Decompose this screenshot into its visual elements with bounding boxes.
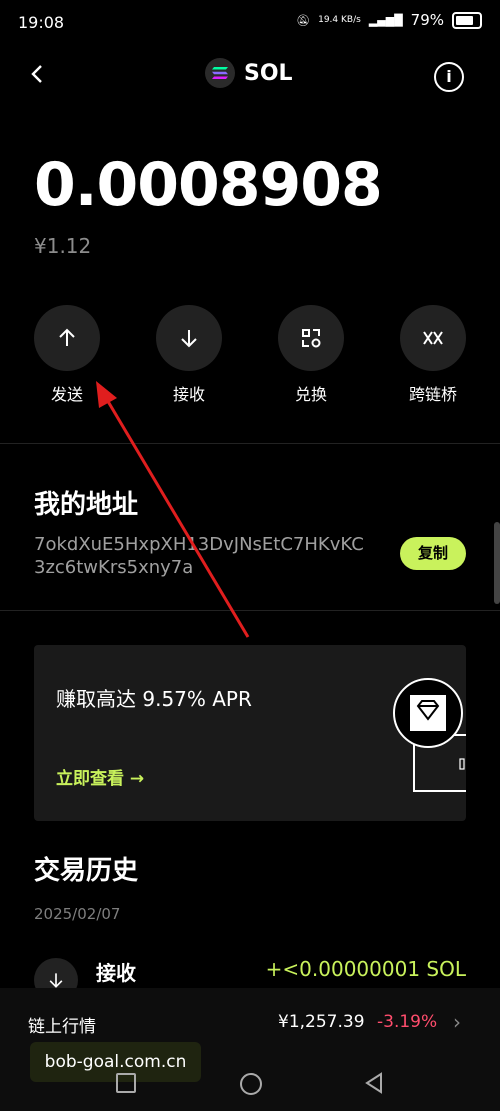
net-speed: 19.4 KB/s	[318, 15, 361, 25]
signal-icon: ▂▄▆█	[368, 13, 403, 27]
history-date: 2025/02/07	[34, 905, 121, 923]
diamond-illustration-icon	[393, 678, 466, 792]
home-nav-button[interactable]	[240, 1073, 262, 1095]
solana-logo-icon	[205, 58, 235, 88]
token-balance: 0.0008908	[34, 150, 383, 220]
mute-icon: 🔕︎	[296, 13, 311, 27]
battery-icon	[452, 11, 482, 29]
arrow-up-icon	[34, 305, 100, 371]
bridge-label: 跨链桥	[408, 385, 457, 404]
status-icons: 🔕︎ 19.4 KB/s ▂▄▆█ 79%	[296, 11, 482, 29]
swap-label: 兑换	[294, 385, 327, 404]
tx-amount: +<0.00000001 SOL	[265, 957, 466, 981]
fiat-balance: ¥1.12	[34, 234, 92, 258]
send-button[interactable]: 发送	[32, 305, 102, 405]
wallet-address: 7okdXuE5HxpXH13DvJNsEtC7HKvKC3zc6twKrs5x…	[34, 534, 364, 578]
copy-button[interactable]: 复制	[400, 537, 466, 570]
market-price: ¥1,257.39	[278, 1012, 365, 1032]
address-title: 我的地址	[34, 490, 139, 520]
market-change: -3.19%	[377, 1012, 438, 1032]
back-nav-button[interactable]	[364, 1072, 384, 1094]
recents-nav-button[interactable]	[116, 1073, 136, 1093]
swap-icon	[278, 305, 344, 371]
promo-text: 赚取高达 9.57% APR	[56, 687, 252, 711]
chevron-left-icon	[31, 65, 42, 83]
page-title: SOL	[244, 60, 293, 86]
info-icon: i	[446, 67, 452, 86]
bridge-button[interactable]: 跨链桥	[398, 305, 468, 405]
back-button[interactable]	[26, 62, 56, 92]
send-label: 发送	[50, 385, 83, 404]
token-header: SOL	[205, 58, 293, 88]
arrow-down-icon	[156, 305, 222, 371]
receive-label: 接收	[172, 385, 205, 404]
bridge-icon	[400, 305, 466, 371]
battery-percent: 79%	[410, 11, 444, 29]
chevron-right-icon[interactable]: ›	[453, 1010, 461, 1034]
receive-button[interactable]: 接收	[154, 305, 224, 405]
swap-button[interactable]: 兑换	[276, 305, 346, 405]
divider	[0, 610, 500, 611]
status-time: 19:08	[18, 13, 65, 32]
edge-handle	[494, 522, 500, 604]
staking-promo-card[interactable]: 赚取高达 9.57% APR 立即查看 →	[34, 645, 466, 821]
divider	[0, 443, 500, 444]
history-title: 交易历史	[34, 856, 139, 886]
promo-link[interactable]: 立即查看 →	[56, 764, 144, 789]
info-button[interactable]: i	[434, 62, 464, 92]
status-bar: 19:08 🔕︎ 19.4 KB/s ▂▄▆█ 79%	[0, 0, 500, 46]
market-label: 链上行情	[28, 1017, 96, 1037]
tx-label[interactable]: 接收	[96, 957, 136, 986]
